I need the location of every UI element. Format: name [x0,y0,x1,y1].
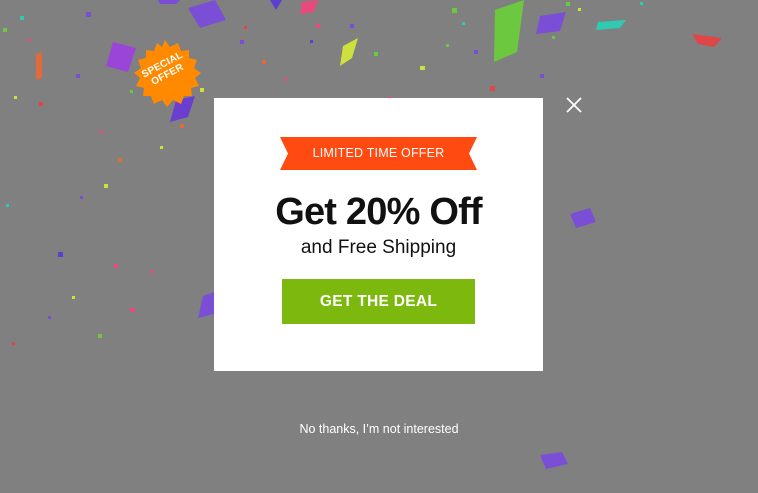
close-button[interactable] [563,95,585,117]
confetti-piece [420,66,425,70]
confetti-piece [104,184,108,188]
confetti-piece [578,8,581,11]
confetti-piece [536,12,566,34]
confetti-piece [12,342,15,345]
confetti-piece [462,22,465,25]
special-offer-badge: SPECIAL OFFER [129,40,201,112]
confetti-piece [36,52,42,80]
confetti-piece [48,316,51,319]
confetti-piece [158,0,180,4]
confetti-piece [80,196,83,199]
confetti-piece [160,146,163,149]
offer-subhead: and Free Shipping [300,237,457,258]
confetti-piece [3,28,7,32]
confetti-piece [188,0,226,28]
confetti-piece [552,36,555,39]
confetti-piece [540,452,568,469]
confetti-piece [374,52,378,56]
confetti-piece [692,34,722,47]
confetti-piece [198,292,214,318]
confetti-piece [20,16,24,20]
confetti-piece [540,74,544,78]
confetti-piece [474,50,478,54]
confetti-piece [452,8,457,13]
get-the-deal-button[interactable]: GET THE DEAL [282,279,475,324]
confetti-piece [114,264,118,268]
confetti-piece [180,124,184,128]
confetti-piece [262,60,266,64]
confetti-piece [340,38,358,66]
confetti-piece [39,102,43,106]
confetti-piece [14,96,17,99]
confetti-piece [6,204,9,207]
confetti-piece [566,2,570,6]
confetti-piece [58,252,63,257]
offer-modal: LIMITED TIME OFFER Get 20% Off and Free … [214,98,543,371]
confetti-piece [28,38,31,41]
offer-headline: Get 20% Off [275,191,482,233]
confetti-piece [244,26,247,29]
confetti-piece [490,86,495,91]
confetti-piece [316,24,320,28]
confetti-piece [76,74,80,78]
confetti-piece [86,12,91,17]
confetti-piece [446,44,449,47]
popup-overlay: SPECIAL OFFER LIMITED TIME OFFER Get 20%… [0,0,758,493]
confetti-piece [596,20,626,30]
confetti-piece [300,0,318,14]
confetti-piece [494,0,524,62]
close-icon [566,97,582,113]
confetti-piece [72,296,75,299]
confetti-piece [130,308,135,312]
confetti-piece [640,2,643,5]
confetti-piece [150,270,153,273]
confetti-piece [284,78,287,81]
ribbon-label: LIMITED TIME OFFER [312,146,445,160]
confetti-piece [570,208,596,228]
decline-link[interactable]: No thanks, I’m not interested [279,420,479,438]
confetti-piece [118,158,122,162]
confetti-piece [350,24,354,28]
confetti-piece [98,334,102,338]
confetti-piece [310,40,313,43]
confetti-piece [240,40,244,44]
confetti-piece [100,130,103,133]
limited-time-ribbon: LIMITED TIME OFFER [280,137,477,170]
confetti-piece [270,0,282,10]
